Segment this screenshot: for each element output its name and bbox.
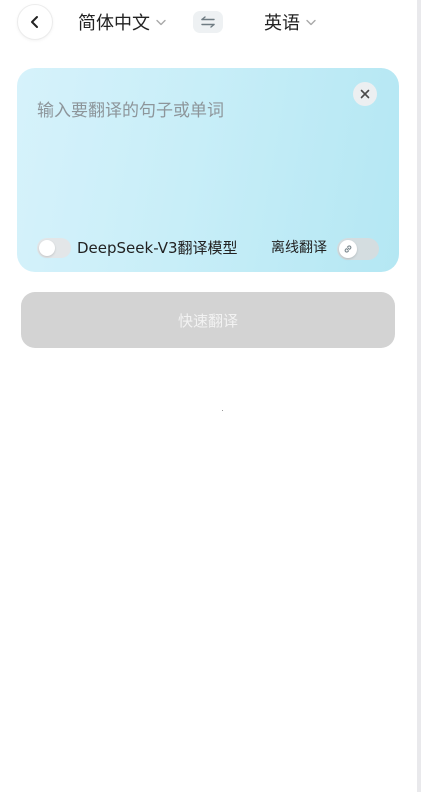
- translation-input-card: DeepSeek-V3翻译模型 离线翻译: [17, 68, 399, 272]
- model-toggle-label: DeepSeek-V3翻译模型: [77, 239, 238, 257]
- quick-translate-button[interactable]: 快速翻译: [21, 292, 395, 348]
- source-language-label: 简体中文: [78, 13, 150, 34]
- stray-dot: [222, 410, 223, 411]
- close-icon: [360, 89, 370, 99]
- clear-input-button[interactable]: [353, 82, 377, 106]
- model-toggle-switch[interactable]: [37, 238, 71, 258]
- scroll-edge: [417, 0, 421, 792]
- chevron-left-icon: [28, 15, 42, 29]
- target-language-label: 英语: [264, 13, 300, 34]
- swap-arrows-icon: [200, 16, 216, 28]
- toggle-knob: [339, 240, 357, 258]
- translation-input[interactable]: [37, 96, 337, 216]
- offline-translation-toggle[interactable]: [337, 238, 379, 260]
- offline-translation-label: 离线翻译: [271, 240, 327, 256]
- chevron-down-icon: [156, 19, 166, 26]
- source-language-select[interactable]: 简体中文: [78, 8, 166, 36]
- back-button[interactable]: [17, 4, 53, 40]
- toggle-knob: [39, 240, 55, 256]
- link-icon: [343, 244, 353, 254]
- chevron-down-icon: [306, 19, 316, 26]
- target-language-select[interactable]: 英语: [264, 8, 316, 36]
- swap-languages-button[interactable]: [193, 11, 223, 33]
